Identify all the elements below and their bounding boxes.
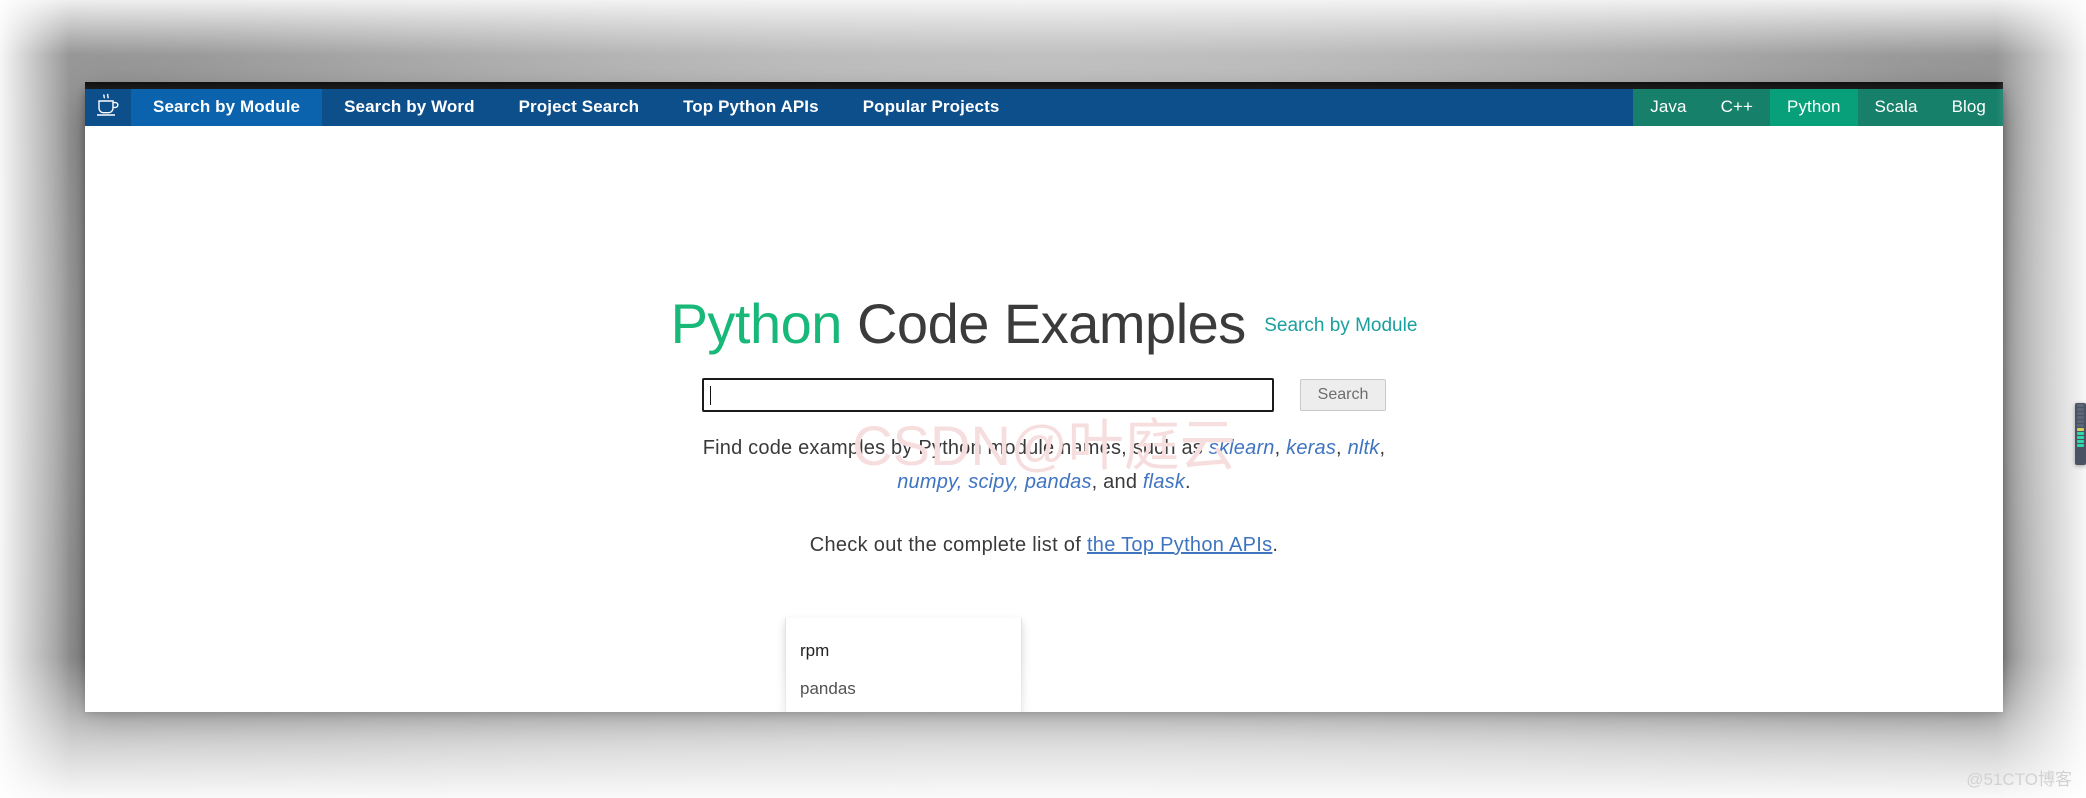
minimap-line bbox=[2077, 416, 2084, 419]
desktop-backdrop: Search by Module Search by Word Project … bbox=[0, 0, 2086, 798]
modules-numpy-scipy[interactable]: numpy, scipy, bbox=[897, 471, 1025, 493]
navbar-language-links: Java C++ Python Scala Blog bbox=[1633, 88, 2003, 126]
nav-item-blog[interactable]: Blog bbox=[1935, 88, 2003, 126]
top-python-apis-link[interactable]: the Top Python APIs bbox=[1087, 534, 1272, 556]
minimap-line bbox=[2077, 404, 2084, 407]
nav-item-project-search[interactable]: Project Search bbox=[497, 88, 661, 126]
description-line-1-text: Find code examples by Python module name… bbox=[702, 437, 1209, 459]
search-field-wrapper bbox=[701, 378, 1274, 412]
module-sklearn[interactable]: sklearn bbox=[1209, 437, 1275, 459]
nav-item-python[interactable]: Python bbox=[1770, 88, 1858, 126]
autocomplete-item-rpm[interactable]: rpm bbox=[786, 632, 1021, 670]
browser-window: Search by Module Search by Word Project … bbox=[85, 88, 2003, 712]
minimap-line bbox=[2077, 428, 2084, 431]
footnote-prefix: Check out the complete list of bbox=[809, 534, 1087, 556]
minimap-line bbox=[2077, 440, 2084, 443]
minimap-line bbox=[2077, 432, 2084, 435]
module-keras[interactable]: keras bbox=[1286, 437, 1336, 459]
minimap-line bbox=[2077, 444, 2084, 447]
minimap-line bbox=[2077, 420, 2084, 423]
minimap-line bbox=[2077, 436, 2084, 439]
minimap-line bbox=[2077, 412, 2084, 415]
search-row: Search bbox=[85, 378, 2003, 412]
page-title: Python Code Examples Search by Module bbox=[85, 291, 2003, 356]
page-title-rest: Code Examples bbox=[841, 292, 1246, 355]
minimap-line bbox=[2077, 424, 2084, 427]
scroll-minimap[interactable] bbox=[2075, 403, 2086, 465]
nav-item-search-by-module[interactable]: Search by Module bbox=[131, 88, 323, 126]
footnote: Check out the complete list of the Top P… bbox=[85, 534, 2003, 557]
site-logo[interactable] bbox=[85, 88, 131, 126]
description-line-2-mid: , and bbox=[1091, 471, 1143, 493]
description-paragraph: Find code examples by Python module name… bbox=[85, 431, 2003, 499]
text-caret bbox=[709, 386, 711, 405]
nav-item-popular-projects[interactable]: Popular Projects bbox=[841, 88, 1022, 126]
nav-item-java[interactable]: Java bbox=[1633, 88, 1703, 126]
site-navbar: Search by Module Search by Word Project … bbox=[85, 88, 2003, 126]
page-subtitle-link[interactable]: Search by Module bbox=[1264, 315, 1417, 336]
page-title-language: Python bbox=[670, 292, 843, 355]
minimap-line bbox=[2077, 408, 2084, 411]
page-content: CSDN@叶庭云 Python Code Examples Search by … bbox=[85, 126, 2003, 712]
browser-chrome-strip bbox=[85, 82, 2003, 89]
module-pandas[interactable]: pandas bbox=[1025, 471, 1092, 493]
module-flask[interactable]: flask bbox=[1143, 471, 1185, 493]
module-nltk[interactable]: nltk bbox=[1348, 437, 1380, 459]
description-line-2-end: . bbox=[1185, 471, 1191, 493]
footnote-suffix: . bbox=[1272, 534, 1279, 556]
description-line-2: numpy, scipy, pandas, and flask. bbox=[85, 465, 2003, 499]
navbar-primary-links: Search by Module Search by Word Project … bbox=[131, 88, 1633, 126]
coffee-cup-icon bbox=[94, 92, 122, 123]
description-line-1: Find code examples by Python module name… bbox=[702, 437, 1386, 459]
nav-item-top-python-apis[interactable]: Top Python APIs bbox=[661, 88, 841, 126]
autocomplete-item-pandas[interactable]: pandas bbox=[786, 670, 1021, 708]
nav-item-search-by-word[interactable]: Search by Word bbox=[322, 88, 497, 126]
nav-item-cpp[interactable]: C++ bbox=[1704, 88, 1770, 126]
autocomplete-dropdown[interactable]: rpm pandas bbox=[785, 618, 1022, 712]
nav-item-scala[interactable]: Scala bbox=[1858, 88, 1935, 126]
search-input[interactable] bbox=[701, 378, 1274, 412]
search-button[interactable]: Search bbox=[1299, 379, 1387, 411]
bottom-right-watermark: @51CTO博客 bbox=[1966, 770, 2072, 789]
